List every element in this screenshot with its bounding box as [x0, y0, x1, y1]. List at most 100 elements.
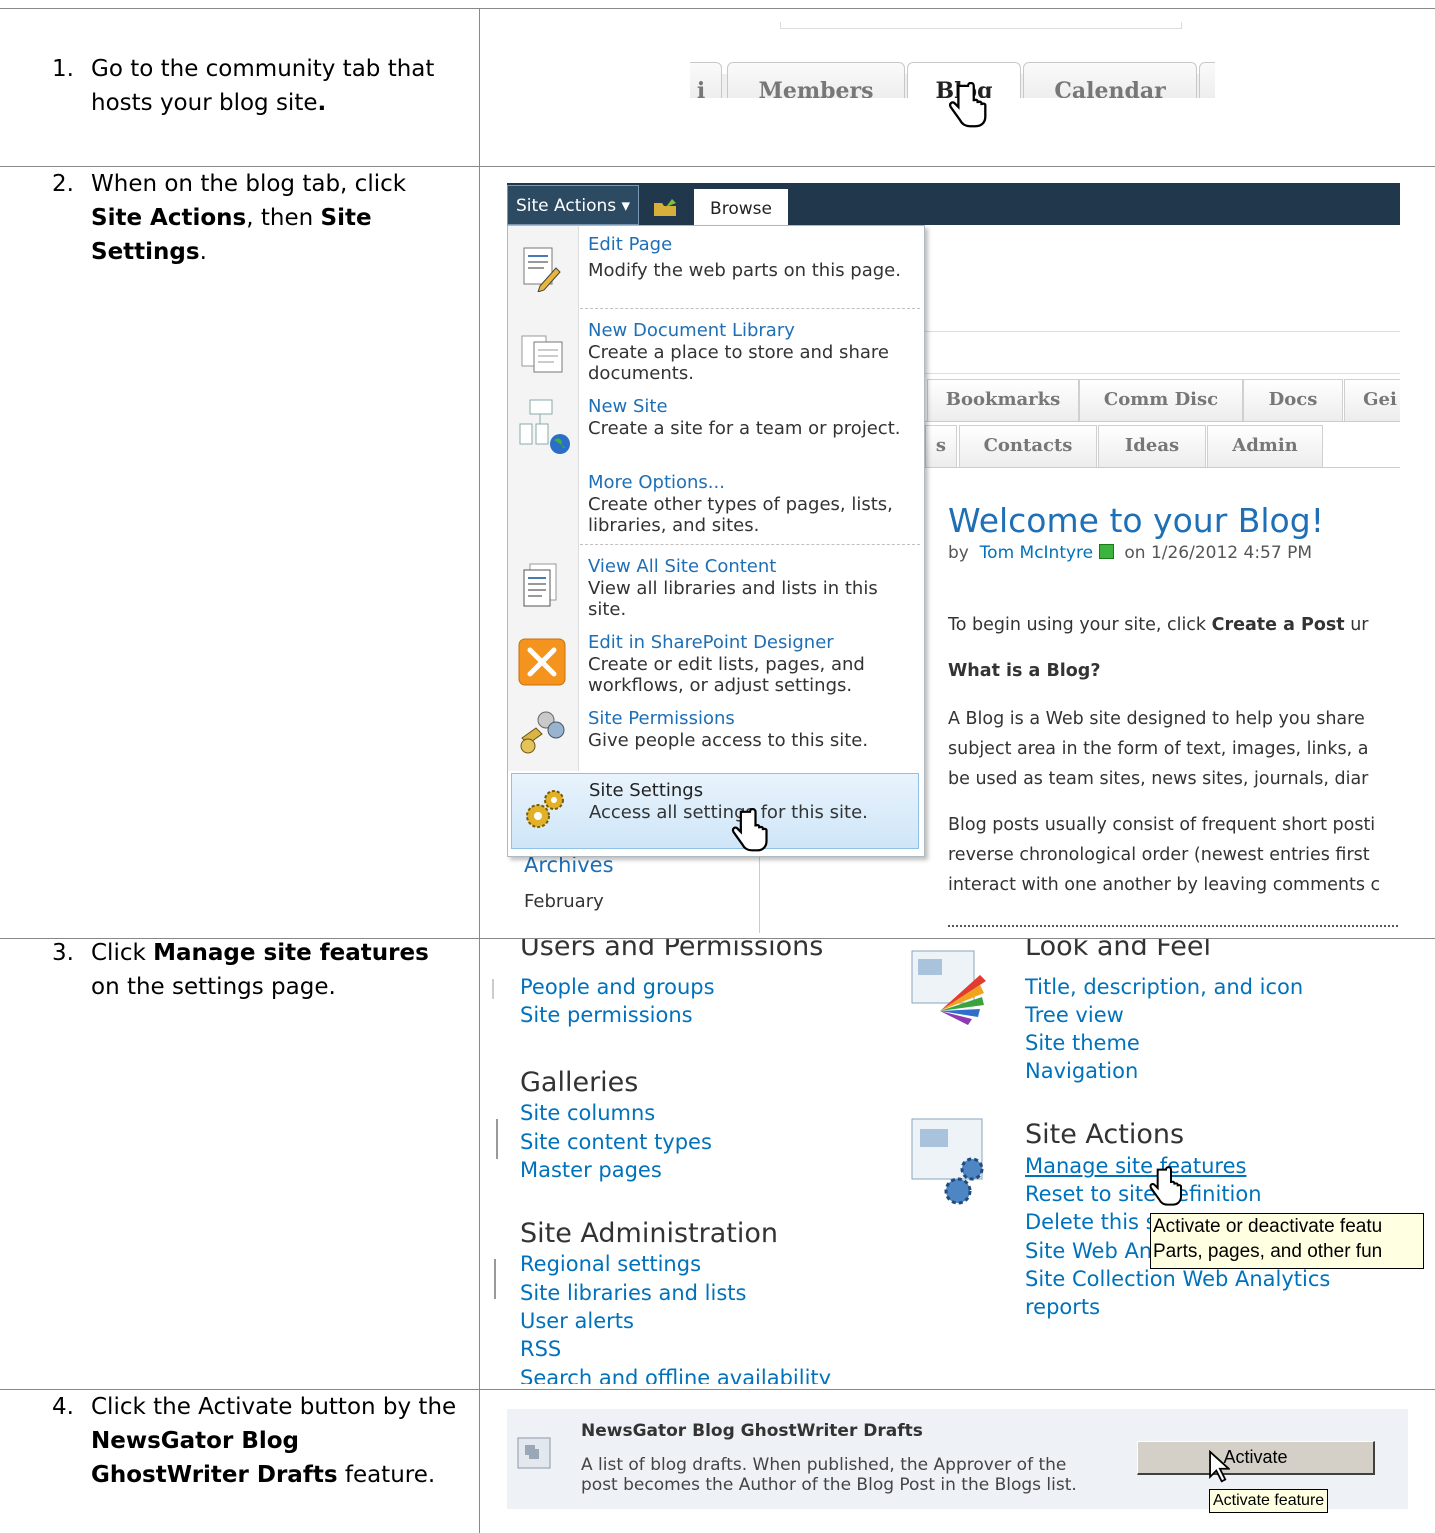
- row-divider: [0, 8, 1435, 9]
- menu-item-desc: View all libraries and lists in this sit…: [588, 578, 878, 620]
- menu-item-title: Site Settings: [589, 780, 704, 801]
- sharepoint-designer-icon: [518, 638, 566, 686]
- post-byline: by Tom McIntyre on 1/26/2012 4:57 PM: [948, 543, 1313, 563]
- site-actions-button[interactable]: Site Actions ▾: [507, 185, 639, 225]
- settings-link[interactable]: RSS: [520, 1337, 561, 1361]
- tab-docs[interactable]: Docs: [1243, 379, 1343, 422]
- menu-item-desc: Create a site for a team or project.: [588, 418, 901, 439]
- archive-month[interactable]: February: [524, 891, 604, 912]
- tab-partial[interactable]: s: [925, 425, 957, 468]
- menu-item-title: New Document Library: [588, 320, 795, 341]
- menu-item-view-all-site-content[interactable]: View All Site Content View all libraries…: [508, 554, 924, 628]
- feature-description: A list of blog drafts. When published, t…: [581, 1455, 1077, 1495]
- menu-item-desc: Create a place to store and share docume…: [588, 342, 889, 384]
- site-content-icon: [523, 563, 557, 607]
- hand-cursor-icon: [731, 808, 768, 852]
- settings-link[interactable]: User alerts: [520, 1309, 634, 1333]
- menu-item-title: More Options...: [588, 472, 725, 493]
- step-1: 1. Go to the community tab that hosts yo…: [52, 52, 462, 132]
- menu-item-site-permissions[interactable]: Site Permissions Give people access to t…: [508, 706, 924, 760]
- step-number: 4.: [52, 1394, 74, 1420]
- menu-item-desc: Create other types of pages, lists, libr…: [588, 494, 893, 536]
- settings-link[interactable]: Site permissions: [520, 1003, 693, 1027]
- menu-item-title: Edit in SharePoint Designer: [588, 632, 834, 653]
- cut-off-line: [948, 925, 1398, 930]
- blog-paragraph-line: reverse chronological order (newest entr…: [948, 845, 1370, 865]
- settings-link[interactable]: Site columns: [520, 1101, 655, 1125]
- manage-site-features-link[interactable]: Manage site features: [1025, 1154, 1246, 1178]
- step-number: 3.: [52, 940, 74, 966]
- page-header-line: [925, 331, 1400, 332]
- tabs-divider: [925, 421, 1400, 422]
- document-library-icon: [521, 335, 563, 373]
- settings-link[interactable]: Site content types: [520, 1130, 712, 1154]
- tab-bookmarks[interactable]: Bookmarks: [927, 379, 1079, 422]
- activate-button[interactable]: Activate: [1137, 1441, 1375, 1475]
- left-marker: [494, 1259, 496, 1299]
- menu-item-title: View All Site Content: [588, 556, 777, 577]
- settings-link[interactable]: Delete this s: [1025, 1210, 1157, 1234]
- tab-partial[interactable]: Gei: [1344, 379, 1400, 422]
- menu-item-more-options[interactable]: More Options... Create other types of pa…: [508, 470, 924, 544]
- new-site-icon: [519, 399, 570, 454]
- settings-link[interactable]: Site theme: [1025, 1031, 1140, 1055]
- tab-partial-right: [1199, 62, 1215, 98]
- left-marker: [492, 979, 494, 999]
- settings-link[interactable]: Search and offline availability: [520, 1366, 831, 1384]
- navigate-up-icon[interactable]: [652, 195, 678, 217]
- tab-strip-top-border: [780, 22, 1182, 29]
- tab-members[interactable]: Members: [727, 62, 905, 98]
- menu-item-edit-page[interactable]: Edit Page Modify the web parts on this p…: [508, 232, 924, 308]
- settings-link[interactable]: Site Web An: [1025, 1239, 1152, 1263]
- tab-comm-disc[interactable]: Comm Disc: [1079, 379, 1243, 422]
- menu-item-edit-in-sharepoint-designer[interactable]: Edit in SharePoint Designer Create or ed…: [508, 630, 924, 704]
- settings-link[interactable]: Tree view: [1025, 1003, 1124, 1027]
- step-text: Click the Activate button by the NewsGat…: [91, 1394, 457, 1488]
- arrow-cursor-icon: [1209, 1450, 1230, 1483]
- blog-heading: What is a Blog?: [948, 661, 1101, 681]
- settings-link[interactable]: Title, description, and icon: [1025, 975, 1303, 999]
- site-permissions-icon: [520, 711, 565, 754]
- tab-ideas[interactable]: Ideas: [1098, 425, 1206, 468]
- menu-item-site-settings[interactable]: Site Settings Access all settings for th…: [511, 773, 919, 849]
- menu-item-new-site[interactable]: New Site Create a site for a team or pro…: [508, 394, 924, 468]
- section-heading-site-actions: Site Actions: [1025, 1119, 1185, 1150]
- step-number: 2.: [52, 171, 74, 197]
- edit-page-icon: [523, 247, 561, 292]
- author-link[interactable]: Tom McIntyre: [980, 543, 1093, 563]
- blog-paragraph-line: A Blog is a Web site designed to help yo…: [948, 709, 1365, 729]
- blog-paragraph-line: be used as team sites, news sites, journ…: [948, 769, 1369, 789]
- section-heading-site-administration: Site Administration: [520, 1218, 778, 1249]
- menu-item-title: New Site: [588, 396, 668, 417]
- tab-calendar[interactable]: Calendar: [1023, 62, 1197, 98]
- tab-admin[interactable]: Admin: [1207, 425, 1323, 468]
- settings-link[interactable]: People and groups: [520, 975, 715, 999]
- menu-item-desc: Give people access to this site.: [588, 730, 869, 751]
- step-2: 2. When on the blog tab, click Site Acti…: [52, 167, 462, 277]
- settings-link[interactable]: Navigation: [1025, 1059, 1138, 1083]
- site-actions-menu: Edit Page Modify the web parts on this p…: [507, 225, 925, 857]
- menu-item-new-document-library[interactable]: New Document Library Create a place to s…: [508, 318, 924, 394]
- menu-item-title: Edit Page: [588, 234, 673, 255]
- sharepoint-screenshot: Site Actions ▾ Browse Bookmarks Comm Dis…: [507, 183, 1400, 933]
- settings-link[interactable]: Site Collection Web Analytics: [1025, 1267, 1330, 1291]
- menu-item-title: Site Permissions: [588, 708, 735, 729]
- dropdown-arrow-icon: ▾: [621, 196, 631, 216]
- tooltip: Activate or deactivate featu Parts, page…: [1150, 1213, 1424, 1269]
- settings-link[interactable]: reports: [1025, 1295, 1100, 1319]
- hand-cursor-icon: [949, 82, 987, 128]
- menu-item-desc: Modify the web parts on this page.: [588, 260, 901, 281]
- settings-link[interactable]: Reset to site definition: [1025, 1182, 1262, 1206]
- look-and-feel-icon: [911, 950, 986, 1025]
- feature-icon: [517, 1437, 551, 1469]
- tab-partial[interactable]: i: [690, 62, 722, 98]
- step-text: Click Manage site features on the settin…: [91, 940, 429, 1000]
- settings-link[interactable]: Master pages: [520, 1158, 662, 1182]
- tab-contacts[interactable]: Contacts: [959, 425, 1097, 468]
- tab-browse[interactable]: Browse: [694, 189, 788, 225]
- blog-title: Welcome to your Blog!: [948, 501, 1324, 540]
- site-actions-icon: [911, 1118, 984, 1205]
- settings-link[interactable]: Regional settings: [520, 1252, 701, 1276]
- settings-link[interactable]: Site libraries and lists: [520, 1281, 746, 1305]
- hand-cursor-icon: [1149, 1166, 1182, 1206]
